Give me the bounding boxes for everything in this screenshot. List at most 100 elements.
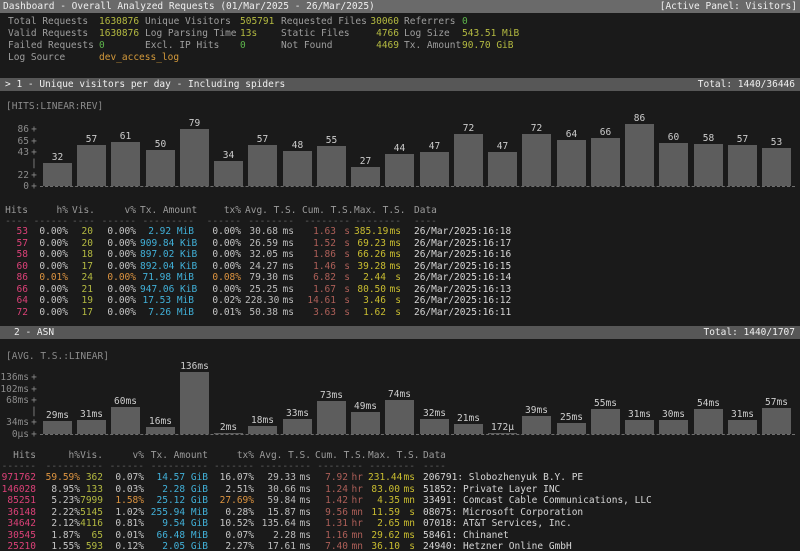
panel1-header[interactable]: > 1 - Unique visitors per day - Includin… [0, 78, 800, 91]
cell-max-unit: ms [400, 484, 415, 495]
table-row[interactable]: 580.00%180.00%897.02 KiB0.00%32.05ms1.86… [0, 249, 800, 260]
cell-vp: 0.00% [99, 307, 136, 318]
top-title-bar: Dashboard - Overall Analyzed Requests (0… [0, 0, 800, 13]
bar-value-label: 57 [69, 134, 114, 145]
table-row[interactable]: 660.00%210.00%947.06 KiB0.00%25.25ms1.67… [0, 284, 800, 295]
cell-txp: 0.28% [212, 507, 254, 518]
cell-cum: 1.31 [315, 518, 348, 529]
cell-data: 26/Mar/2025:16:18 [414, 226, 794, 237]
column-header-h: Hits [0, 450, 36, 461]
bar [625, 124, 654, 186]
bar-value-label: 60 [651, 132, 696, 143]
cell-max: 3.46 [354, 295, 386, 306]
bar [454, 134, 483, 186]
table-row[interactable]: 305451.87%650.01%66.48 MiB0.07%2.28ms1.1… [0, 530, 800, 541]
bar [557, 140, 586, 186]
cell-vp: 0.01% [107, 530, 144, 541]
table-row[interactable]: 361482.22%51451.02%255.94 MiB0.28%15.87m… [0, 507, 800, 518]
table-row[interactable]: 720.00%170.00%7.26 MiB0.01%50.38ms3.63s1… [0, 307, 800, 318]
table-row[interactable]: 530.00%200.00%2.92 MiB0.00%30.68ms1.63s3… [0, 226, 800, 237]
cell-max: 11.59 [368, 507, 400, 518]
table-row[interactable]: 252101.55%5930.12%2.05 GiB2.27%17.61ms7.… [0, 541, 800, 551]
bar-value-label: 86 [617, 113, 662, 124]
cell-vp: 0.00% [99, 261, 136, 272]
cell-avg-unit: ms [278, 307, 294, 318]
cell-avg-unit: ms [296, 507, 311, 518]
column-header-tx: Tx. Amount [140, 205, 194, 216]
cell-txp: 0.00% [204, 261, 241, 272]
bar [385, 154, 414, 186]
column-header-h: Hits [4, 205, 28, 216]
cell-max-unit: s [400, 541, 415, 551]
y-axis-tick-label: 0μs [0, 429, 29, 440]
cell-cum: 1.46 [302, 261, 336, 272]
cell-max-unit: mn [400, 518, 415, 529]
header-separator: ------ [0, 461, 36, 472]
table-row[interactable]: 570.00%200.00%909.84 KiB0.00%26.59ms1.52… [0, 238, 800, 249]
cell-vp: 0.00% [99, 226, 136, 237]
bar [659, 420, 688, 434]
summary-label: Failed Requests [8, 40, 94, 51]
cell-hp: 1.55% [42, 541, 80, 551]
cell-avg: 29.33 [258, 472, 296, 483]
y-axis-tick: + [30, 417, 38, 428]
table-row[interactable]: 640.00%190.00%17.53 MiB0.02%228.30ms14.6… [0, 295, 800, 306]
cell-tx: 2.28 GiB [148, 484, 208, 495]
table-row[interactable]: 97176259.59%3620.07%14.57 GiB16.07%29.33… [0, 472, 800, 483]
cell-cum-unit: s [336, 226, 350, 237]
cell-txp: 2.51% [212, 484, 254, 495]
summary-label: Referrers [404, 16, 455, 27]
cell-avg: 30.66 [258, 484, 296, 495]
bar-value-label: 44 [377, 143, 422, 154]
cell-cum-unit: mn [348, 530, 363, 541]
cell-h: 85251 [0, 495, 36, 506]
cell-vp: 1.58% [107, 495, 144, 506]
panel2-header[interactable]: 2 - ASN Total: 1440/1707 [0, 326, 800, 339]
cell-avg: 32.05 [245, 249, 278, 260]
goaccess-terminal: Dashboard - Overall Analyzed Requests (0… [0, 0, 800, 551]
cell-avg-unit: ms [278, 261, 294, 272]
cell-max-unit: s [400, 507, 415, 518]
table-row[interactable]: 600.00%170.00%892.04 KiB0.00%24.27ms1.46… [0, 261, 800, 272]
bar-value-label: 172μ [480, 422, 525, 433]
cell-tx: 66.48 MiB [148, 530, 208, 541]
cell-h: 72 [4, 307, 28, 318]
app-title: Dashboard - Overall Analyzed Requests (0… [3, 0, 375, 13]
table-row[interactable]: 852515.23%79991.58%25.12 GiB27.69%59.84m… [0, 495, 800, 506]
bar [43, 421, 72, 434]
summary-label: Tx. Amount [404, 40, 461, 51]
cell-max-unit: ms [386, 284, 401, 295]
bar [111, 407, 140, 434]
y-axis-tick: | [30, 406, 38, 417]
table-row[interactable]: 346422.12%41160.81%9.54 GiB10.52%135.64m… [0, 518, 800, 529]
cell-cum-unit: s [336, 295, 350, 306]
cell-tx: 255.94 MiB [148, 507, 208, 518]
cell-cum: 6.82 [302, 272, 336, 283]
cell-cum-unit: hr [348, 518, 363, 529]
column-header-avg: Avg. T.S. [258, 450, 311, 461]
cell-txp: 0.08% [204, 272, 241, 283]
cell-h: 53 [4, 226, 28, 237]
cell-v: 593 [77, 541, 103, 551]
cell-data: 51852: Private Layer INC [423, 484, 795, 495]
bar [111, 142, 140, 186]
cell-cum-unit: s [336, 272, 350, 283]
cell-avg: 59.84 [258, 495, 296, 506]
table-row[interactable]: 1460288.95%1330.03%2.28 GiB2.51%30.66ms1… [0, 484, 800, 495]
cell-data: 33491: Comcast Cable Communications, LLC [423, 495, 795, 506]
cell-avg-unit: ms [278, 226, 294, 237]
header-separator: ---- [423, 461, 795, 472]
cell-data: 26/Mar/2025:16:12 [414, 295, 794, 306]
y-axis-tick: + [30, 124, 38, 135]
bar-value-label: 31ms [617, 409, 662, 420]
cell-cum-unit: s [336, 261, 350, 272]
bar [591, 409, 620, 434]
table-row[interactable]: 860.01%240.00%71.98 MiB0.08%79.30ms6.82s… [0, 272, 800, 283]
cell-max-unit: s [386, 295, 401, 306]
column-header-vp: v% [107, 450, 144, 461]
cell-max-unit: ms [400, 472, 415, 483]
cell-avg: 79.30 [245, 272, 278, 283]
y-axis-tick-label: 86 [0, 124, 29, 135]
header-separator: ---------- [148, 461, 208, 472]
cell-data: 08075: Microsoft Corporation [423, 507, 795, 518]
